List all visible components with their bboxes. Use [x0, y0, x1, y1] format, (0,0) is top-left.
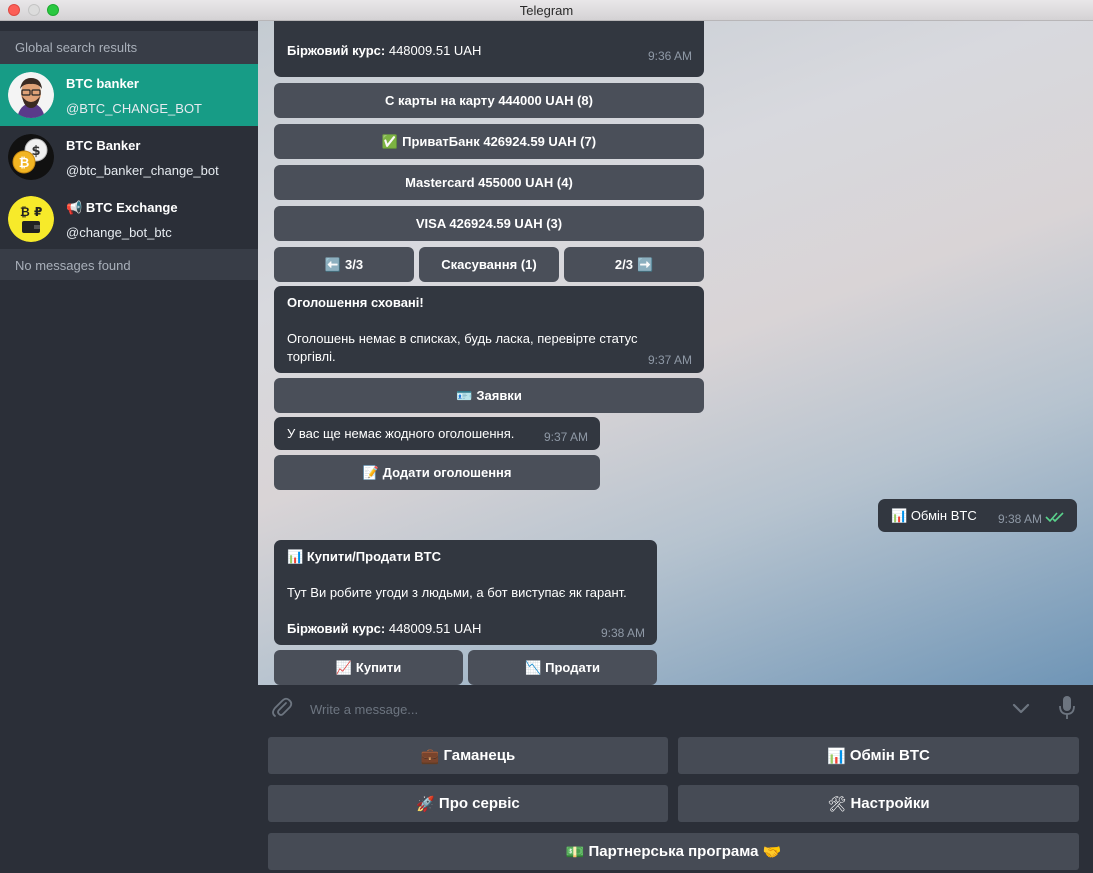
contact-name: 📢 BTC Exchange — [66, 200, 178, 215]
rate-value: 448009.51 UAH — [388, 621, 482, 636]
message-body: Оголошень немає в списках, будь ласка, п… — [287, 331, 638, 364]
window-title: Telegram — [519, 3, 574, 18]
memo-icon: 📝 — [362, 464, 379, 480]
message-text: У вас ще немає жодного оголошення. — [287, 426, 515, 441]
microphone-icon[interactable] — [1058, 695, 1076, 721]
message-input[interactable] — [310, 699, 990, 719]
add-listing-button[interactable]: 📝 Додати оголошення — [274, 455, 600, 490]
arrow-right-icon: ➡️ — [636, 256, 654, 272]
message-bubble-rate: Біржовий курс: 448009.51 UAH 9:36 AM — [274, 21, 704, 77]
check-mark-icon: ✅ — [381, 133, 399, 149]
contact-handle: @btc_banker_change_bot — [66, 163, 219, 178]
chart-down-icon: 📉 — [524, 659, 542, 675]
settings-button[interactable]: 🛠 Настройки — [678, 785, 1079, 822]
chat-area: Біржовий курс: 448009.51 UAH 9:36 AM С к… — [258, 21, 1093, 685]
title-bar: Telegram — [0, 0, 1093, 21]
telegram-window: Telegram Global search results BTC banke… — [0, 0, 1093, 873]
bar-chart-icon: 📊 — [891, 508, 908, 523]
offer-button-card-to-card[interactable]: С карты на карту 444000 UAH (8) — [274, 83, 704, 118]
outgoing-message-bubble: 📊 Обмін BTC 9:38 AM — [878, 499, 1077, 532]
message-title: Купити/Продати BTC — [306, 549, 442, 564]
search-result-btc-banker[interactable]: BTC banker @BTC_CHANGE_BOT — [0, 64, 258, 126]
bot-reply-keyboard: 💼 Гаманець 📊 Обмін BTC 🚀 Про сервіс 🛠 На… — [258, 731, 1093, 873]
sidebar: Global search results BTC banker @BTC_CH… — [0, 21, 258, 873]
wallet-button[interactable]: 💼 Гаманець — [268, 737, 668, 774]
search-result-btc-exchange[interactable]: ₿ ₽ 📢 BTC Exchange @change_bot_btc — [0, 188, 258, 250]
search-result-btc-banker-change-bot[interactable]: $ ₿ BTC Banker @btc_banker_change_bot — [0, 126, 258, 188]
contact-name: BTC banker — [66, 76, 139, 91]
message-title: Оголошення сховані! — [287, 295, 424, 310]
message-text: Обмін BTC — [910, 508, 977, 523]
no-messages-label: No messages found — [15, 258, 131, 273]
rate-value: 448009.51 UAH — [388, 43, 482, 58]
message-time: 9:38 AM — [997, 512, 1042, 526]
contact-handle: @change_bot_btc — [66, 225, 172, 240]
contact-name: BTC Banker — [66, 138, 141, 153]
no-messages-section: No messages found — [0, 249, 258, 280]
chevron-down-icon[interactable] — [1010, 697, 1032, 719]
offer-button-privatbank[interactable]: ✅ ПриватБанк 426924.59 UAH (7) — [274, 124, 704, 159]
message-bubble-hidden: Оголошення сховані! Оголошень немає в сп… — [274, 286, 704, 373]
offer-button-visa[interactable]: VISA 426924.59 UAH (3) — [274, 206, 704, 241]
svg-text:₿: ₿ — [19, 156, 30, 171]
search-results-header: Global search results — [0, 31, 258, 64]
message-bubble-no-ads: У вас ще немає жодного оголошення. 9:37 … — [274, 417, 600, 450]
message-input-bar — [258, 685, 1093, 731]
prev-page-button[interactable]: ⬅️ 3/3 — [274, 247, 414, 282]
orders-button[interactable]: 🪪 Заявки — [274, 378, 704, 413]
rate-label: Біржовий курс: — [287, 621, 386, 636]
arrow-left-icon: ⬅️ — [324, 256, 342, 272]
rocket-icon: 🚀 — [416, 795, 435, 813]
exchange-btc-button[interactable]: 📊 Обмін BTC — [678, 737, 1079, 774]
sell-button[interactable]: 📉 Продати — [468, 650, 657, 685]
handshake-icon: 🤝 — [762, 843, 782, 861]
about-service-button[interactable]: 🚀 Про сервіс — [268, 785, 668, 822]
bitcoin-ruble-wallet-avatar: ₿ ₽ — [8, 196, 54, 242]
double-check-icon — [1045, 511, 1065, 526]
chart-up-icon: 📈 — [335, 659, 352, 675]
bar-chart-icon: 📊 — [827, 747, 846, 765]
svg-text:₿: ₿ — [20, 205, 30, 219]
next-page-button[interactable]: 2/3 ➡️ — [564, 247, 704, 282]
offer-button-mastercard[interactable]: Mastercard 455000 UAH (4) — [274, 165, 704, 200]
message-time: 9:36 AM — [647, 49, 692, 63]
money-icon: 💵 — [565, 843, 585, 861]
message-time: 9:37 AM — [543, 430, 588, 444]
cancel-button[interactable]: Скасування (1) — [419, 247, 559, 282]
search-results-header-label: Global search results — [15, 40, 138, 55]
paperclip-icon[interactable] — [271, 697, 293, 719]
partner-program-button[interactable]: 💵 Партнерська програма 🤝 — [268, 833, 1079, 870]
svg-text:₽: ₽ — [34, 205, 42, 219]
briefcase-icon: 💼 — [420, 747, 440, 765]
rate-label: Біржовий курс: — [287, 43, 386, 58]
megaphone-icon: 📢 — [66, 200, 83, 215]
message-bubble-buy-sell: 📊 Купити/Продати BTC Тут Ви робите угоди… — [274, 540, 657, 645]
bitcoin-coins-avatar: $ ₿ — [8, 134, 54, 180]
message-time: 9:37 AM — [647, 353, 692, 367]
bot-avatar-man — [8, 72, 54, 118]
message-body: Тут Ви робите угоди з людьми, а бот вист… — [287, 585, 627, 600]
buy-button[interactable]: 📈 Купити — [274, 650, 463, 685]
message-time: 9:38 AM — [600, 626, 645, 640]
hammer-wrench-icon: 🛠 — [827, 795, 847, 813]
contact-handle: @BTC_CHANGE_BOT — [66, 101, 202, 116]
bar-chart-icon: 📊 — [287, 549, 304, 564]
id-card-icon: 🪪 — [456, 387, 473, 403]
